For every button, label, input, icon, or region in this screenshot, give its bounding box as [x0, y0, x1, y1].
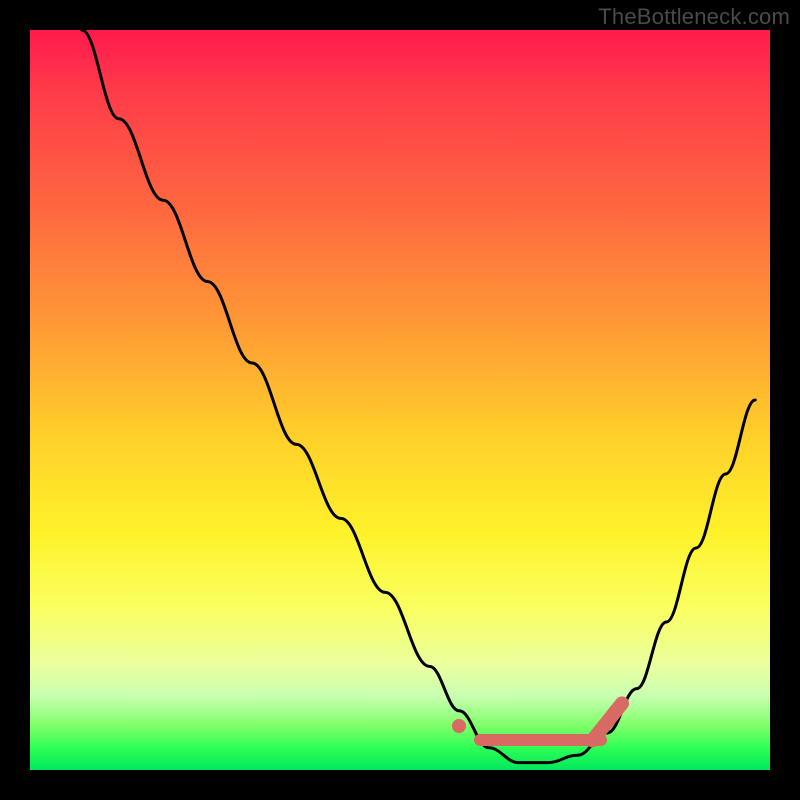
plot-area [30, 30, 770, 770]
bottleneck-curve [30, 30, 770, 770]
optimal-point-marker [452, 719, 466, 733]
attribution-label: TheBottleneck.com [598, 4, 790, 30]
optimal-range-bar [474, 734, 607, 746]
chart-frame: TheBottleneck.com [0, 0, 800, 800]
